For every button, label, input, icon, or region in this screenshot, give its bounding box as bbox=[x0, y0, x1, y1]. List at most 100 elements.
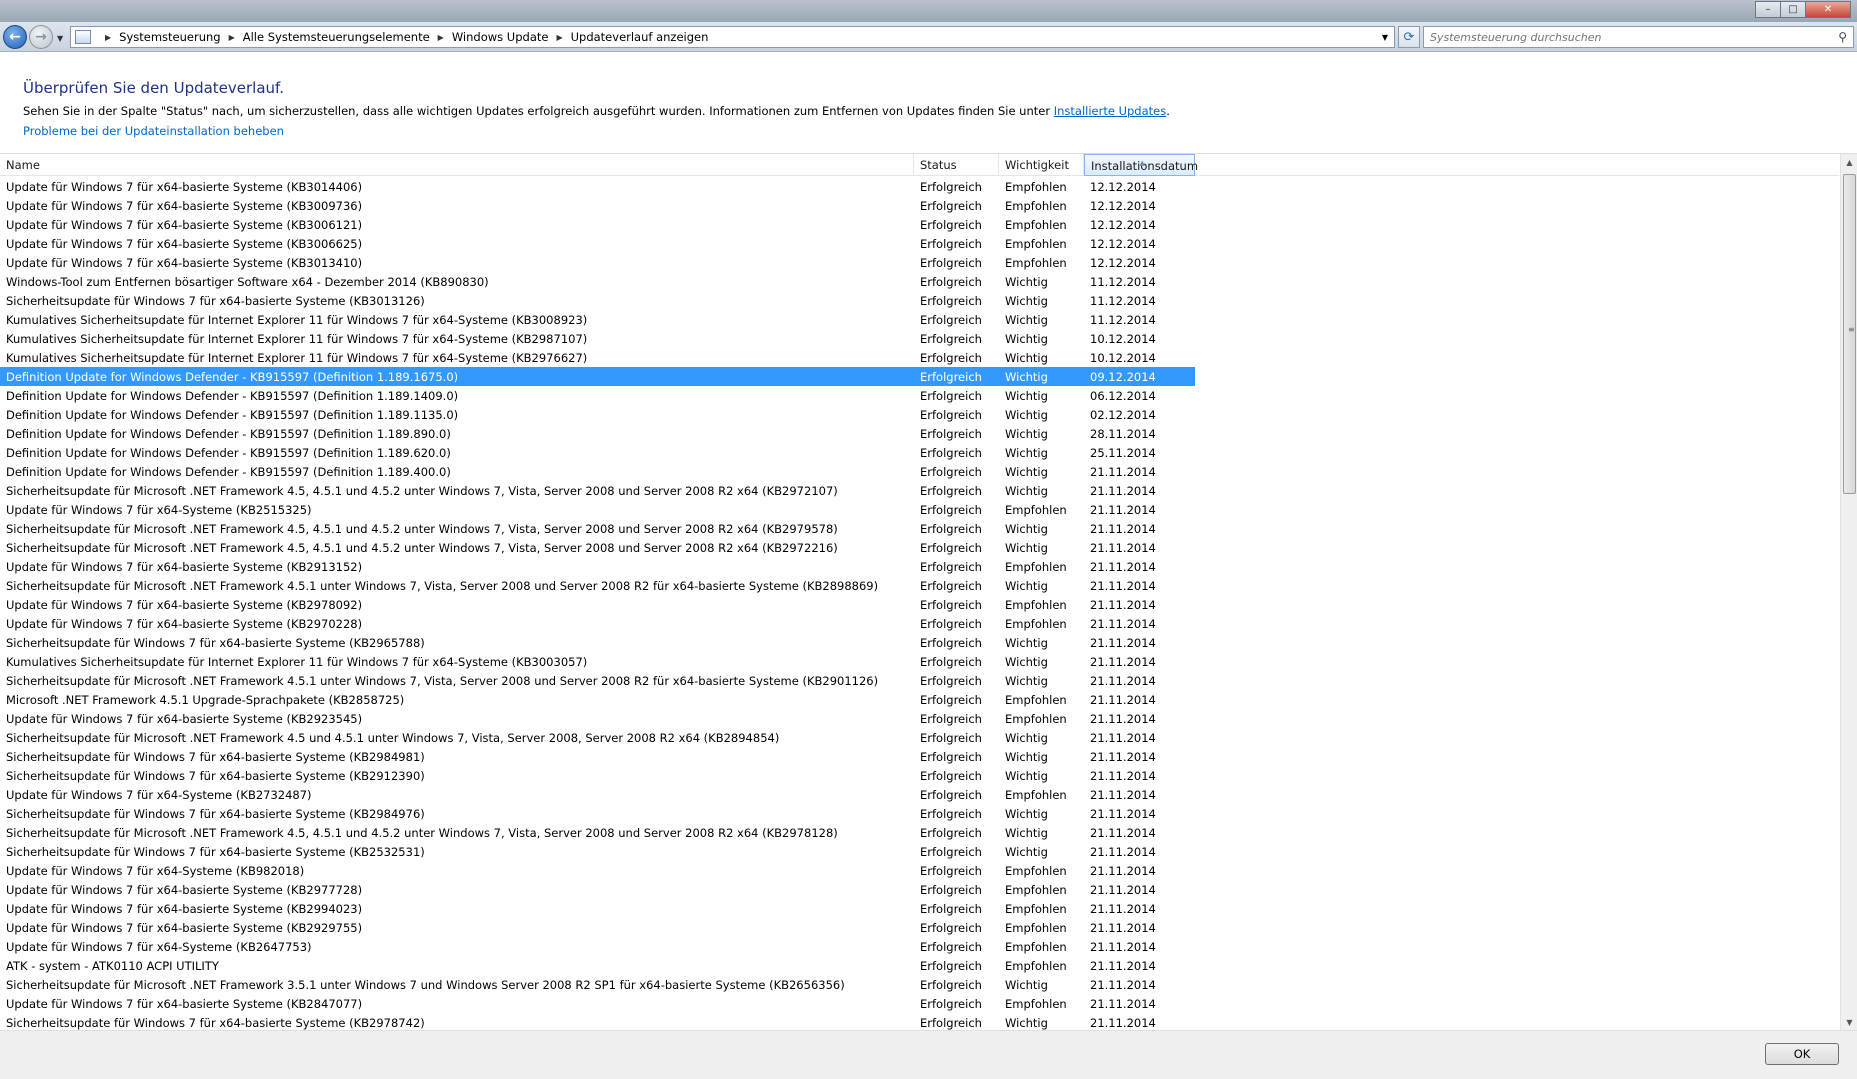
table-row[interactable]: Sicherheitsupdate für Windows 7 für x64-… bbox=[0, 842, 1839, 861]
table-row[interactable]: Update für Windows 7 für x64-basierte Sy… bbox=[0, 709, 1839, 728]
column-header-importance[interactable]: Wichtigkeit bbox=[999, 154, 1084, 176]
update-rows: Update für Windows 7 für x64-basierte Sy… bbox=[0, 177, 1839, 1032]
table-row[interactable]: Sicherheitsupdate für Windows 7 für x64-… bbox=[0, 747, 1839, 766]
table-row[interactable]: Update für Windows 7 für x64-basierte Sy… bbox=[0, 595, 1839, 614]
column-header-status[interactable]: Status bbox=[914, 154, 999, 176]
refresh-button[interactable]: ⟳ bbox=[1398, 26, 1420, 48]
update-date-cell: 21.11.2014 bbox=[1090, 502, 1156, 517]
table-row[interactable]: Update für Windows 7 für x64-basierte Sy… bbox=[0, 253, 1839, 272]
table-row[interactable]: Kumulatives Sicherheitsupdate für Intern… bbox=[0, 348, 1839, 367]
minimize-icon: – bbox=[1765, 4, 1771, 15]
troubleshoot-link[interactable]: Probleme bei der Updateinstallation behe… bbox=[23, 124, 284, 138]
scroll-up-button[interactable]: ▲ bbox=[1841, 154, 1857, 171]
forward-button[interactable]: → bbox=[29, 25, 53, 49]
table-row[interactable]: Update für Windows 7 für x64-basierte Sy… bbox=[0, 880, 1839, 899]
update-name-cell: Kumulatives Sicherheitsupdate für Intern… bbox=[6, 350, 588, 365]
breadcrumb-item-all-elements[interactable]: Alle Systemsteuerungselemente bbox=[243, 30, 430, 44]
table-row[interactable]: Sicherheitsupdate für Microsoft .NET Fra… bbox=[0, 519, 1839, 538]
column-header-date[interactable]: ▲ Installationsdatum bbox=[1084, 154, 1198, 176]
table-row[interactable]: Update für Windows 7 für x64-basierte Sy… bbox=[0, 994, 1839, 1013]
update-importance-cell: Empfohlen bbox=[1005, 901, 1067, 916]
search-icon[interactable]: ⚲ bbox=[1838, 30, 1847, 44]
update-importance-cell: Wichtig bbox=[1005, 350, 1048, 365]
table-row[interactable]: Windows-Tool zum Entfernen bösartiger So… bbox=[0, 272, 1839, 291]
table-row[interactable]: Sicherheitsupdate für Microsoft .NET Fra… bbox=[0, 823, 1839, 842]
chevron-right-icon[interactable]: ▶ bbox=[556, 33, 562, 42]
chevron-right-icon[interactable]: ▶ bbox=[229, 33, 235, 42]
table-row[interactable]: Definition Update for Windows Defender -… bbox=[0, 424, 1839, 443]
table-row[interactable]: Sicherheitsupdate für Windows 7 für x64-… bbox=[0, 633, 1839, 652]
table-row[interactable]: Kumulatives Sicherheitsupdate für Intern… bbox=[0, 310, 1839, 329]
scrollbar-thumb[interactable]: ≡ bbox=[1843, 174, 1856, 494]
update-importance-cell: Empfohlen bbox=[1005, 198, 1067, 213]
table-row[interactable]: Definition Update for Windows Defender -… bbox=[0, 462, 1839, 481]
breadcrumb-item-windows-update[interactable]: Windows Update bbox=[452, 30, 549, 44]
update-status-cell: Erfolgreich bbox=[920, 388, 982, 403]
window-titlebar: – □ ✕ bbox=[0, 0, 1857, 22]
table-row[interactable]: Update für Windows 7 für x64-basierte Sy… bbox=[0, 899, 1839, 918]
recent-pages-dropdown[interactable]: ▼ bbox=[57, 34, 63, 43]
table-row[interactable]: Definition Update for Windows Defender -… bbox=[0, 367, 1195, 386]
table-row[interactable]: Sicherheitsupdate für Microsoft .NET Fra… bbox=[0, 481, 1839, 500]
chevron-right-icon[interactable]: ▶ bbox=[438, 33, 444, 42]
update-date-cell: 25.11.2014 bbox=[1090, 445, 1156, 460]
column-header-name[interactable]: Name bbox=[0, 154, 914, 176]
search-input[interactable] bbox=[1430, 30, 1820, 44]
table-row[interactable]: Definition Update for Windows Defender -… bbox=[0, 405, 1839, 424]
update-importance-cell: Empfohlen bbox=[1005, 787, 1067, 802]
update-name-cell: Update für Windows 7 für x64-basierte Sy… bbox=[6, 901, 363, 916]
update-importance-cell: Empfohlen bbox=[1005, 179, 1067, 194]
table-row[interactable]: Sicherheitsupdate für Microsoft .NET Fra… bbox=[0, 728, 1839, 747]
update-name-cell: Update für Windows 7 für x64-basierte Sy… bbox=[6, 597, 363, 612]
table-row[interactable]: Update für Windows 7 für x64-basierte Sy… bbox=[0, 234, 1839, 253]
breadcrumb: Systemsteuerung ▶ Alle Systemsteuerungse… bbox=[119, 30, 708, 44]
update-importance-cell: Wichtig bbox=[1005, 369, 1048, 384]
table-row[interactable]: Sicherheitsupdate für Microsoft .NET Fra… bbox=[0, 671, 1839, 690]
table-row[interactable]: Sicherheitsupdate für Windows 7 für x64-… bbox=[0, 291, 1839, 310]
address-dropdown-button[interactable]: ▼ bbox=[1376, 27, 1394, 47]
table-row[interactable]: Kumulatives Sicherheitsupdate für Intern… bbox=[0, 652, 1839, 671]
table-row[interactable]: Sicherheitsupdate für Microsoft .NET Fra… bbox=[0, 975, 1839, 994]
installed-updates-link[interactable]: Installierte Updates bbox=[1054, 104, 1167, 118]
update-importance-cell: Wichtig bbox=[1005, 388, 1048, 403]
table-row[interactable]: Update für Windows 7 für x64-basierte Sy… bbox=[0, 215, 1839, 234]
close-button[interactable]: ✕ bbox=[1805, 1, 1851, 18]
table-row[interactable]: Definition Update for Windows Defender -… bbox=[0, 386, 1839, 405]
table-row[interactable]: Sicherheitsupdate für Microsoft .NET Fra… bbox=[0, 576, 1839, 595]
table-row[interactable]: Update für Windows 7 für x64-Systeme (KB… bbox=[0, 500, 1839, 519]
breadcrumb-item-update-history[interactable]: Updateverlauf anzeigen bbox=[571, 30, 709, 44]
grip-icon: ≡ bbox=[1848, 325, 1855, 334]
table-row[interactable]: Definition Update for Windows Defender -… bbox=[0, 443, 1839, 462]
table-row[interactable]: Sicherheitsupdate für Windows 7 für x64-… bbox=[0, 804, 1839, 823]
update-status-cell: Erfolgreich bbox=[920, 901, 982, 916]
table-row[interactable]: Update für Windows 7 für x64-Systeme (KB… bbox=[0, 785, 1839, 804]
update-date-cell: 21.11.2014 bbox=[1090, 787, 1156, 802]
table-row[interactable]: Update für Windows 7 für x64-Systeme (KB… bbox=[0, 861, 1839, 880]
table-row[interactable]: Update für Windows 7 für x64-basierte Sy… bbox=[0, 614, 1839, 633]
maximize-button[interactable]: □ bbox=[1780, 1, 1806, 18]
ok-button[interactable]: OK bbox=[1765, 1043, 1839, 1065]
update-importance-cell: Empfohlen bbox=[1005, 236, 1067, 251]
minimize-button[interactable]: – bbox=[1755, 1, 1781, 18]
update-date-cell: 21.11.2014 bbox=[1090, 768, 1156, 783]
table-row[interactable]: ATK - system - ATK0110 ACPI UTILITY Erfol… bbox=[0, 956, 1839, 975]
update-importance-cell: Empfohlen bbox=[1005, 502, 1067, 517]
table-row[interactable]: Microsoft .NET Framework 4.5.1 Upgrade-S… bbox=[0, 690, 1839, 709]
table-row[interactable]: Update für Windows 7 für x64-basierte Sy… bbox=[0, 196, 1839, 215]
back-button[interactable]: ← bbox=[3, 25, 27, 49]
table-row[interactable]: Update für Windows 7 für x64-Systeme (KB… bbox=[0, 937, 1839, 956]
table-row[interactable]: Sicherheitsupdate für Microsoft .NET Fra… bbox=[0, 538, 1839, 557]
table-row[interactable]: Update für Windows 7 für x64-basierte Sy… bbox=[0, 557, 1839, 576]
table-row[interactable]: Kumulatives Sicherheitsupdate für Intern… bbox=[0, 329, 1839, 348]
address-bar[interactable]: ▶ Systemsteuerung ▶ Alle Systemsteuerung… bbox=[70, 26, 1395, 48]
update-importance-cell: Empfohlen bbox=[1005, 882, 1067, 897]
scroll-down-button[interactable]: ▼ bbox=[1841, 1014, 1857, 1031]
table-row[interactable]: Update für Windows 7 für x64-basierte Sy… bbox=[0, 177, 1839, 196]
update-name-cell: Sicherheitsupdate für Microsoft .NET Fra… bbox=[6, 578, 879, 593]
update-name-cell: Update für Windows 7 für x64-basierte Sy… bbox=[6, 217, 363, 232]
vertical-scrollbar[interactable]: ▲ ≡ ▼ bbox=[1840, 154, 1857, 1031]
window-controls: – □ ✕ bbox=[1755, 1, 1851, 18]
table-row[interactable]: Sicherheitsupdate für Windows 7 für x64-… bbox=[0, 766, 1839, 785]
breadcrumb-item-systemsteuerung[interactable]: Systemsteuerung bbox=[119, 30, 220, 44]
table-row[interactable]: Update für Windows 7 für x64-basierte Sy… bbox=[0, 918, 1839, 937]
